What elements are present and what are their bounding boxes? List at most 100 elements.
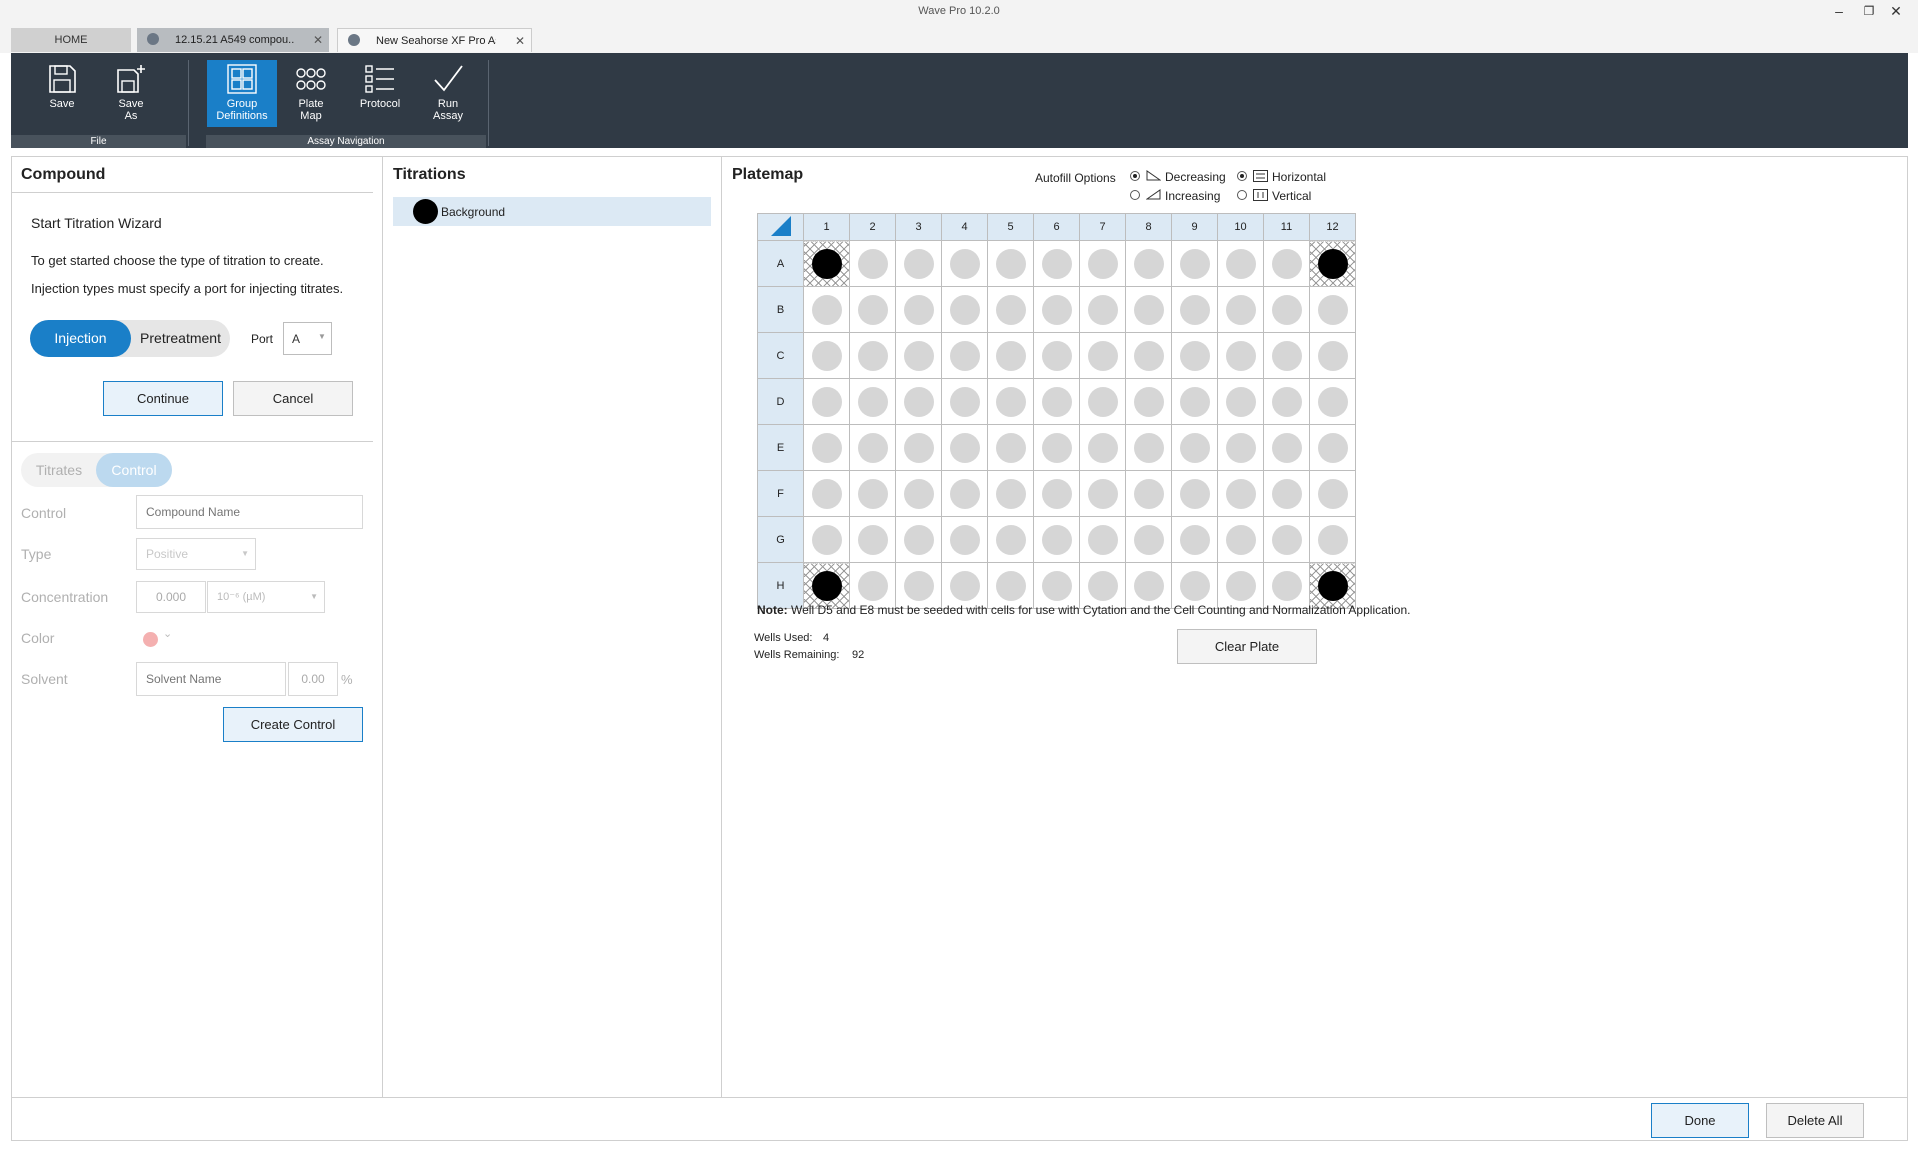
plate-cell[interactable] — [1309, 516, 1356, 563]
well-empty[interactable] — [811, 478, 842, 509]
well-empty[interactable] — [1041, 248, 1072, 279]
well-empty[interactable] — [857, 294, 888, 325]
plate-cell[interactable] — [1079, 470, 1126, 517]
continue-button[interactable]: Continue — [103, 381, 223, 416]
plate-cell[interactable] — [941, 332, 988, 379]
row-header[interactable]: D — [757, 378, 804, 425]
titrates-tab[interactable]: Titrates — [21, 453, 97, 487]
well-empty[interactable] — [1133, 294, 1164, 325]
row-header[interactable]: C — [757, 332, 804, 379]
column-header[interactable]: 12 — [1309, 213, 1356, 241]
well-empty[interactable] — [1225, 432, 1256, 463]
plate-cell[interactable] — [1309, 332, 1356, 379]
plate-cell[interactable] — [895, 378, 942, 425]
plate-cell[interactable] — [1263, 562, 1310, 609]
plate-cell[interactable] — [1033, 286, 1080, 333]
well-empty[interactable] — [1133, 432, 1164, 463]
well-empty[interactable] — [1087, 386, 1118, 417]
column-header[interactable]: 5 — [987, 213, 1034, 241]
well-empty[interactable] — [857, 248, 888, 279]
well-empty[interactable] — [857, 386, 888, 417]
plate-cell[interactable] — [1217, 332, 1264, 379]
plate-cell[interactable] — [895, 516, 942, 563]
plate-cell[interactable] — [803, 516, 850, 563]
tab-assay-current[interactable]: New Seahorse XF Pro As... ✕ — [337, 28, 532, 52]
plate-cell[interactable] — [1033, 562, 1080, 609]
plate-cell[interactable] — [1079, 240, 1126, 287]
close-icon[interactable]: ✕ — [515, 29, 525, 53]
well-empty[interactable] — [995, 478, 1026, 509]
decreasing-radio[interactable] — [1130, 171, 1140, 181]
well-empty[interactable] — [811, 294, 842, 325]
column-header[interactable]: 9 — [1171, 213, 1218, 241]
plate-cell[interactable] — [941, 378, 988, 425]
plate-cell[interactable] — [1263, 516, 1310, 563]
concentration-input[interactable]: 0.000 — [136, 581, 206, 613]
plate-cell[interactable] — [849, 562, 896, 609]
well-empty[interactable] — [1271, 294, 1302, 325]
plate-cell[interactable] — [1309, 424, 1356, 471]
plate-cell[interactable] — [803, 332, 850, 379]
solvent-percent-input[interactable]: 0.00 — [288, 662, 338, 696]
well-empty[interactable] — [857, 432, 888, 463]
plate-cell[interactable] — [1079, 562, 1126, 609]
chevron-down-icon[interactable]: ⌄ — [163, 627, 172, 640]
plate-cell[interactable] — [941, 286, 988, 333]
well-empty[interactable] — [1133, 248, 1164, 279]
plate-cell[interactable] — [1079, 516, 1126, 563]
plate-cell[interactable] — [1217, 516, 1264, 563]
plate-cell[interactable] — [987, 470, 1034, 517]
color-swatch[interactable] — [143, 632, 158, 647]
plate-cell[interactable] — [895, 470, 942, 517]
group-definitions-button[interactable]: Group Definitions — [207, 60, 277, 127]
plate-cell[interactable] — [849, 424, 896, 471]
well-filled[interactable] — [1317, 248, 1348, 279]
plate-cell[interactable] — [849, 470, 896, 517]
well-empty[interactable] — [1133, 524, 1164, 555]
plate-cell[interactable] — [1217, 562, 1264, 609]
injection-toggle[interactable]: Injection — [30, 320, 131, 357]
plate-cell[interactable] — [1309, 562, 1356, 609]
column-header[interactable]: 8 — [1125, 213, 1172, 241]
well-filled[interactable] — [811, 248, 842, 279]
well-empty[interactable] — [1179, 570, 1210, 601]
close-window-icon[interactable]: ✕ — [1886, 2, 1906, 20]
save-button[interactable]: Save — [29, 60, 95, 127]
type-select[interactable]: Positive ▼ — [136, 538, 256, 570]
plate-cell[interactable] — [1079, 286, 1126, 333]
plate-cell[interactable] — [1217, 378, 1264, 425]
plate-cell[interactable] — [1263, 424, 1310, 471]
well-empty[interactable] — [1179, 248, 1210, 279]
create-control-button[interactable]: Create Control — [223, 707, 363, 742]
column-header[interactable]: 4 — [941, 213, 988, 241]
plate-cell[interactable] — [1171, 562, 1218, 609]
plate-cell[interactable] — [1125, 332, 1172, 379]
well-empty[interactable] — [1041, 386, 1072, 417]
well-empty[interactable] — [1041, 478, 1072, 509]
well-empty[interactable] — [1087, 248, 1118, 279]
plate-cell[interactable] — [1263, 240, 1310, 287]
plate-cell[interactable] — [1263, 286, 1310, 333]
control-tab[interactable]: Control — [96, 453, 172, 487]
well-empty[interactable] — [1133, 478, 1164, 509]
well-empty[interactable] — [1271, 478, 1302, 509]
well-empty[interactable] — [811, 340, 842, 371]
well-empty[interactable] — [1133, 386, 1164, 417]
solvent-name-input[interactable] — [136, 662, 286, 696]
row-header[interactable]: B — [757, 286, 804, 333]
well-empty[interactable] — [903, 478, 934, 509]
well-empty[interactable] — [1317, 294, 1348, 325]
save-as-button[interactable]: Save As — [98, 60, 164, 127]
plate-cell[interactable] — [1125, 424, 1172, 471]
plate-cell[interactable] — [1171, 240, 1218, 287]
well-empty[interactable] — [1133, 340, 1164, 371]
column-header[interactable]: 6 — [1033, 213, 1080, 241]
plate-cell[interactable] — [895, 286, 942, 333]
cancel-button[interactable]: Cancel — [233, 381, 353, 416]
well-empty[interactable] — [1087, 294, 1118, 325]
well-empty[interactable] — [903, 386, 934, 417]
plate-cell[interactable] — [849, 516, 896, 563]
compound-name-input[interactable] — [136, 495, 363, 529]
plate-cell[interactable] — [803, 240, 850, 287]
well-empty[interactable] — [995, 524, 1026, 555]
